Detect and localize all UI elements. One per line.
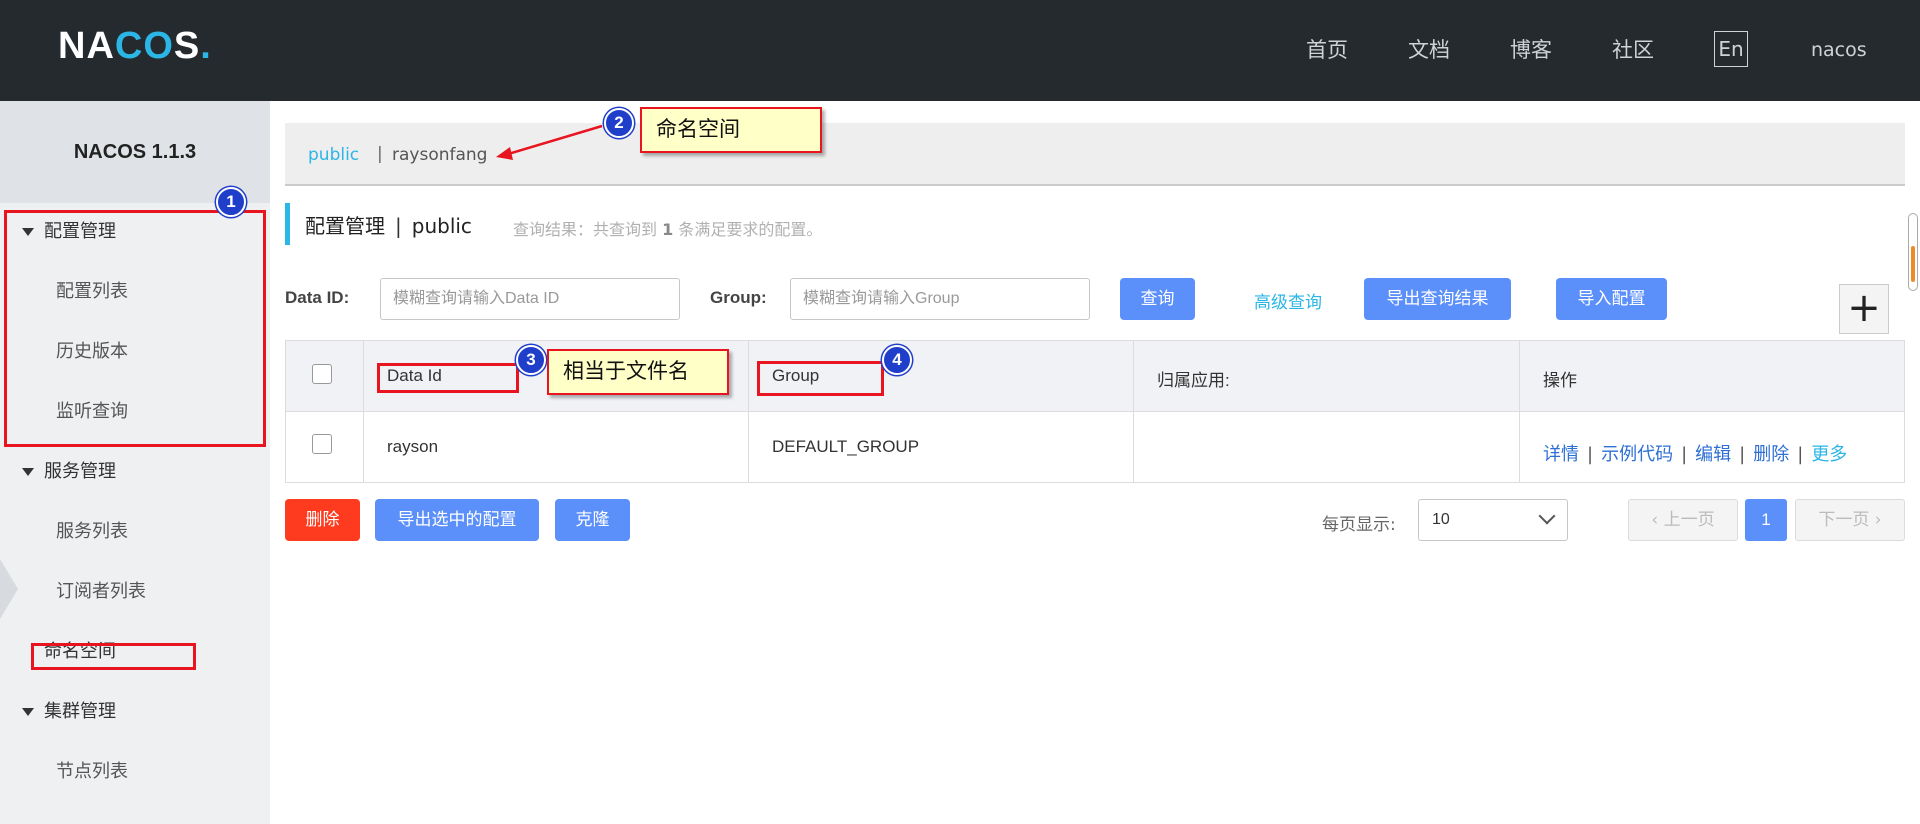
annotation-arrow [507, 124, 603, 156]
annotation-arrow-layer [496, 124, 603, 160]
arrow-head-icon [496, 147, 513, 160]
